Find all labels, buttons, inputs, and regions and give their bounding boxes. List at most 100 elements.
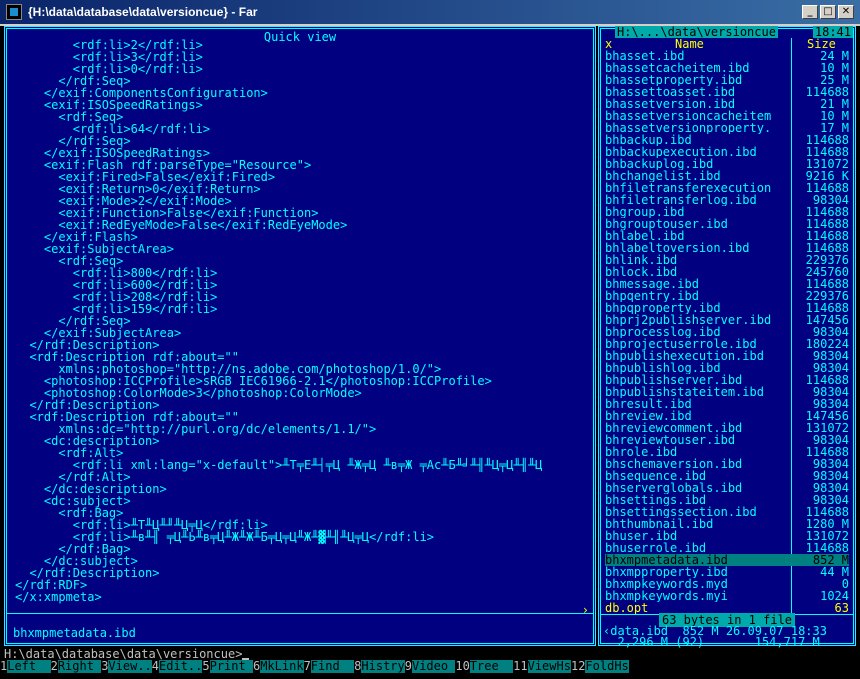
fkey-number: 3 bbox=[101, 659, 109, 673]
file-name: bhschemaversion.ibd bbox=[605, 458, 743, 470]
fkey-1-button[interactable]: 1 Left bbox=[0, 660, 51, 673]
file-name: bhxmpmetadata.ibd bbox=[605, 554, 728, 566]
file-row[interactable]: bhxmpmetadata.ibd 852 M bbox=[605, 554, 849, 566]
file-name: bhprocesslog.ibd bbox=[605, 326, 721, 338]
window-title-bar[interactable]: {H:\data\database\data\versioncue} - Far… bbox=[0, 0, 860, 26]
file-panel[interactable]: H:\...\data\versioncue 18:41 x Name Size… bbox=[598, 26, 856, 649]
file-name: bhbackupexecution.ibd bbox=[605, 146, 757, 158]
file-row[interactable]: bhassetversioncacheitem 10 M bbox=[605, 110, 849, 122]
function-key-bar: 1 Left 2 Right 3 View.. 4 Edit.. 5 Print 6 MkLin… bbox=[0, 660, 860, 673]
disk-info-line: 2,296 M (92) 154,717 M bbox=[603, 635, 820, 649]
quick-view-content[interactable]: <rdf:li>2</rdf:li> <rdf:li>3</rdf:li> <r… bbox=[15, 39, 542, 603]
file-name: bhuser.ibd bbox=[605, 530, 678, 542]
file-name: bhasset.ibd bbox=[605, 50, 685, 62]
file-name: bhprj2publishserver.ibd bbox=[605, 314, 772, 326]
file-list[interactable]: bhasset.ibd 24 Mbhassetcacheitem.ibd 10 Mb… bbox=[605, 50, 849, 614]
fkey-label: Tree bbox=[469, 659, 514, 673]
fkey-label: View.. bbox=[108, 659, 152, 673]
file-name: bhreviewcomment.ibd bbox=[605, 422, 743, 434]
minimize-button[interactable]: _ bbox=[802, 5, 818, 19]
file-name: bhpublishserver.ibd bbox=[605, 374, 743, 386]
quick-view-divider bbox=[7, 613, 593, 614]
window-title: {H:\data\database\data\versioncue} - Far bbox=[28, 5, 258, 19]
file-name: bhthumbnail.ibd bbox=[605, 518, 714, 530]
fkey-label: Video bbox=[411, 659, 456, 673]
file-name: bhxmpproperty.ibd bbox=[605, 566, 728, 578]
quick-view-status-filename: bhxmpmetadata.ibd bbox=[13, 626, 136, 640]
fkey-9-button[interactable]: 9 Video bbox=[404, 659, 456, 673]
file-name: bhsettingssection.ibd bbox=[605, 506, 757, 518]
file-name: bhbackup.ibd bbox=[605, 134, 692, 146]
file-name: bhsequence.ibd bbox=[605, 470, 707, 482]
fkey-label: MkLink bbox=[260, 659, 304, 673]
fkey-2-button[interactable]: 2 Right bbox=[50, 659, 102, 673]
file-name: bhassetproperty.ibd bbox=[605, 74, 743, 86]
window-controls: _ □ ✕ bbox=[802, 5, 854, 19]
file-name: bhgrouptouser.ibd bbox=[605, 218, 728, 230]
fkey-number: 11 bbox=[513, 659, 528, 673]
file-name: bhlock.ibd bbox=[605, 266, 678, 278]
fkey-number: 4 bbox=[151, 659, 160, 673]
column-header-x[interactable]: x bbox=[605, 38, 612, 50]
fkey-label: FoldHs bbox=[585, 659, 629, 673]
fkey-number: 8 bbox=[354, 659, 362, 673]
fkey-number: 5 bbox=[202, 659, 210, 673]
fkey-number: 6 bbox=[252, 659, 261, 673]
file-name: bhresult.ibd bbox=[605, 398, 692, 410]
file-name: bhsettings.ibd bbox=[605, 494, 707, 506]
fkey-number: 10 bbox=[455, 659, 470, 673]
column-header-name[interactable]: Name bbox=[675, 38, 704, 50]
file-name: bhreview.ibd bbox=[605, 410, 692, 422]
file-name: bhpqentry.ibd bbox=[605, 290, 699, 302]
file-row[interactable]: bhasset.ibd 24 M bbox=[605, 50, 849, 62]
file-name: bhassetversionproperty. bbox=[605, 122, 772, 134]
scroll-right-indicator: › bbox=[581, 603, 589, 617]
file-row[interactable]: bhxmpproperty.ibd 44 M bbox=[605, 566, 849, 578]
file-name: bhlink.ibd bbox=[605, 254, 678, 266]
quick-view-panel[interactable]: Quick view <rdf:li>2</rdf:li> <rdf:li>3<… bbox=[4, 26, 596, 646]
fkey-label: Right bbox=[57, 659, 102, 673]
fkey-8-button[interactable]: 8 Histry bbox=[354, 660, 405, 673]
file-name: bhlabel.ibd bbox=[605, 230, 685, 242]
console-area: Quick view <rdf:li>2</rdf:li> <rdf:li>3<… bbox=[0, 26, 860, 679]
close-button[interactable]: ✕ bbox=[838, 5, 854, 19]
file-name: bhpublishexecution.ibd bbox=[605, 350, 764, 362]
fkey-4-button[interactable]: 4 Edit.. bbox=[151, 659, 203, 673]
fkey-12-button[interactable]: 12 FoldHs bbox=[570, 659, 629, 673]
fkey-5-button[interactable]: 5 Print bbox=[202, 660, 253, 673]
file-row[interactable]: bhassetversion.ibd 21 M bbox=[605, 98, 849, 110]
fkey-number: 12 bbox=[570, 659, 586, 673]
file-name: bhxmpkeywords.myd bbox=[605, 578, 728, 590]
file-name: bhfiletransferlog.ibd bbox=[605, 194, 757, 206]
file-name: bhassetcacheitem.ibd bbox=[605, 62, 750, 74]
file-name: bhassettoasset.ibd bbox=[605, 86, 736, 98]
far-app-icon[interactable] bbox=[6, 4, 22, 20]
file-row[interactable]: bhassettoasset.ibd 114688 bbox=[605, 86, 849, 98]
fkey-label: Left bbox=[7, 659, 51, 673]
fkey-11-button[interactable]: 11 ViewHs bbox=[513, 660, 571, 673]
file-name: bhfiletransferexecution bbox=[605, 182, 772, 194]
file-name: bhassetversion.ibd bbox=[605, 98, 736, 110]
file-row[interactable]: bhxmpkeywords.myd 0 bbox=[605, 578, 849, 590]
fkey-10-button[interactable]: 10 Tree bbox=[455, 659, 514, 673]
fkey-label: Edit.. bbox=[159, 659, 203, 673]
file-name: bhprojectuserrole.ibd bbox=[605, 338, 757, 350]
file-name: bhreviewtouser.ibd bbox=[605, 434, 736, 446]
fkey-label: Print bbox=[209, 659, 253, 673]
fkey-label: Find bbox=[310, 659, 355, 673]
fkey-6-button[interactable]: 6 MkLink bbox=[252, 659, 304, 673]
file-name: bhxmpkeywords.myi bbox=[605, 590, 728, 602]
fkey-3-button[interactable]: 3 View.. bbox=[101, 660, 152, 673]
maximize-button[interactable]: □ bbox=[820, 5, 836, 19]
fkey-label: Histry bbox=[361, 659, 405, 673]
file-row[interactable]: bhassetcacheitem.ibd 10 M bbox=[605, 62, 849, 74]
file-name: bhrole.ibd bbox=[605, 446, 678, 458]
file-name: bhlabeltoversion.ibd bbox=[605, 242, 750, 254]
file-name: bhpqproperty.ibd bbox=[605, 302, 721, 314]
file-row[interactable]: bhxmpkeywords.myi 1024 bbox=[605, 590, 849, 602]
file-name: bhserverglobals.ibd bbox=[605, 482, 743, 494]
file-name: bhpublishstateitem.ibd bbox=[605, 386, 764, 398]
fkey-number: 1 bbox=[0, 659, 8, 673]
file-name: bhbackuplog.ibd bbox=[605, 158, 714, 170]
fkey-7-button[interactable]: 7 Find bbox=[303, 659, 355, 673]
